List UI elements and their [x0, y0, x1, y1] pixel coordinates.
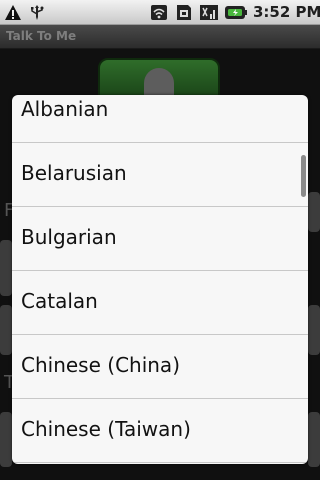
- language-option[interactable]: Catalan: [12, 271, 308, 335]
- language-label: Chinese (China): [21, 353, 180, 377]
- background-field: [0, 305, 12, 355]
- language-label: Catalan: [21, 289, 98, 313]
- wifi-icon: [151, 5, 167, 20]
- list-scrollbar[interactable]: [301, 155, 306, 197]
- warning-icon: [5, 5, 21, 20]
- language-label: Belarusian: [21, 161, 127, 185]
- language-option[interactable]: Belarusian: [12, 143, 308, 207]
- language-label: Albanian: [21, 97, 109, 121]
- app-title: Talk To Me: [6, 29, 77, 43]
- language-dialog: Albanian Belarusian Bulgarian Catalan Ch…: [12, 95, 308, 464]
- language-label: Bulgarian: [21, 225, 117, 249]
- language-option[interactable]: Bulgarian: [12, 207, 308, 271]
- background-field: [308, 412, 320, 467]
- background-field: [0, 412, 12, 467]
- language-option[interactable]: Chinese (Taiwan): [12, 399, 308, 463]
- background-field: [308, 305, 320, 355]
- title-bar: Talk To Me: [0, 25, 320, 49]
- signal-icon: [200, 5, 218, 20]
- battery-icon: [225, 6, 247, 19]
- status-time: 3:52 PM: [253, 3, 320, 21]
- status-bar: 3:52 PM: [0, 0, 320, 25]
- language-option[interactable]: Albanian: [12, 95, 308, 143]
- background-field: [308, 192, 320, 232]
- language-option[interactable]: Chinese (China): [12, 335, 308, 399]
- language-label: Chinese (Taiwan): [21, 417, 191, 441]
- usb-icon: [31, 5, 44, 20]
- language-list: Albanian Belarusian Bulgarian Catalan Ch…: [12, 95, 308, 463]
- background-field: [0, 240, 12, 296]
- sim-icon: [177, 5, 191, 20]
